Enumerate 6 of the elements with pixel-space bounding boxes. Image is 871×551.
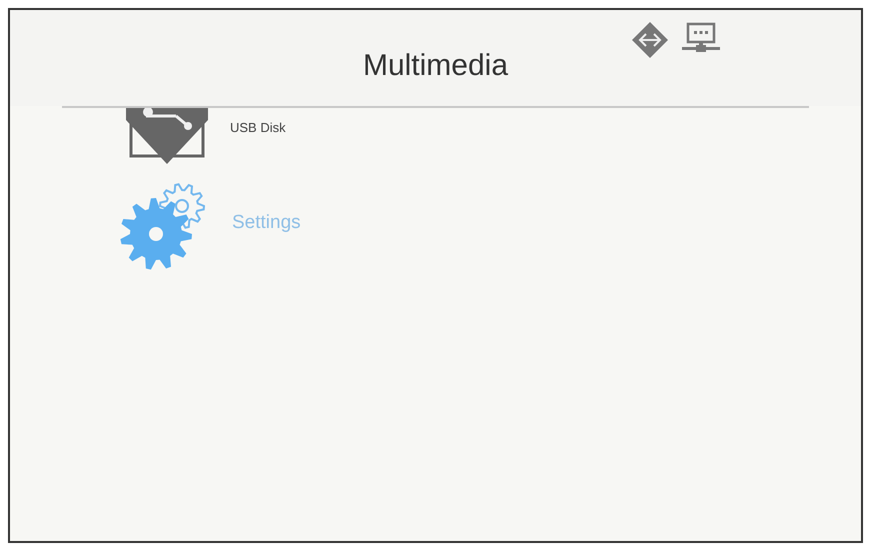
menu-item-label: Settings: [232, 210, 301, 235]
usb-drive-icon: [126, 108, 208, 164]
usb-diamond-icon: [632, 22, 668, 58]
menu-item[interactable]: USB Disk: [120, 108, 861, 164]
page-title: Multimedia: [362, 48, 508, 84]
menu-item-label: USB Disk: [230, 119, 286, 138]
